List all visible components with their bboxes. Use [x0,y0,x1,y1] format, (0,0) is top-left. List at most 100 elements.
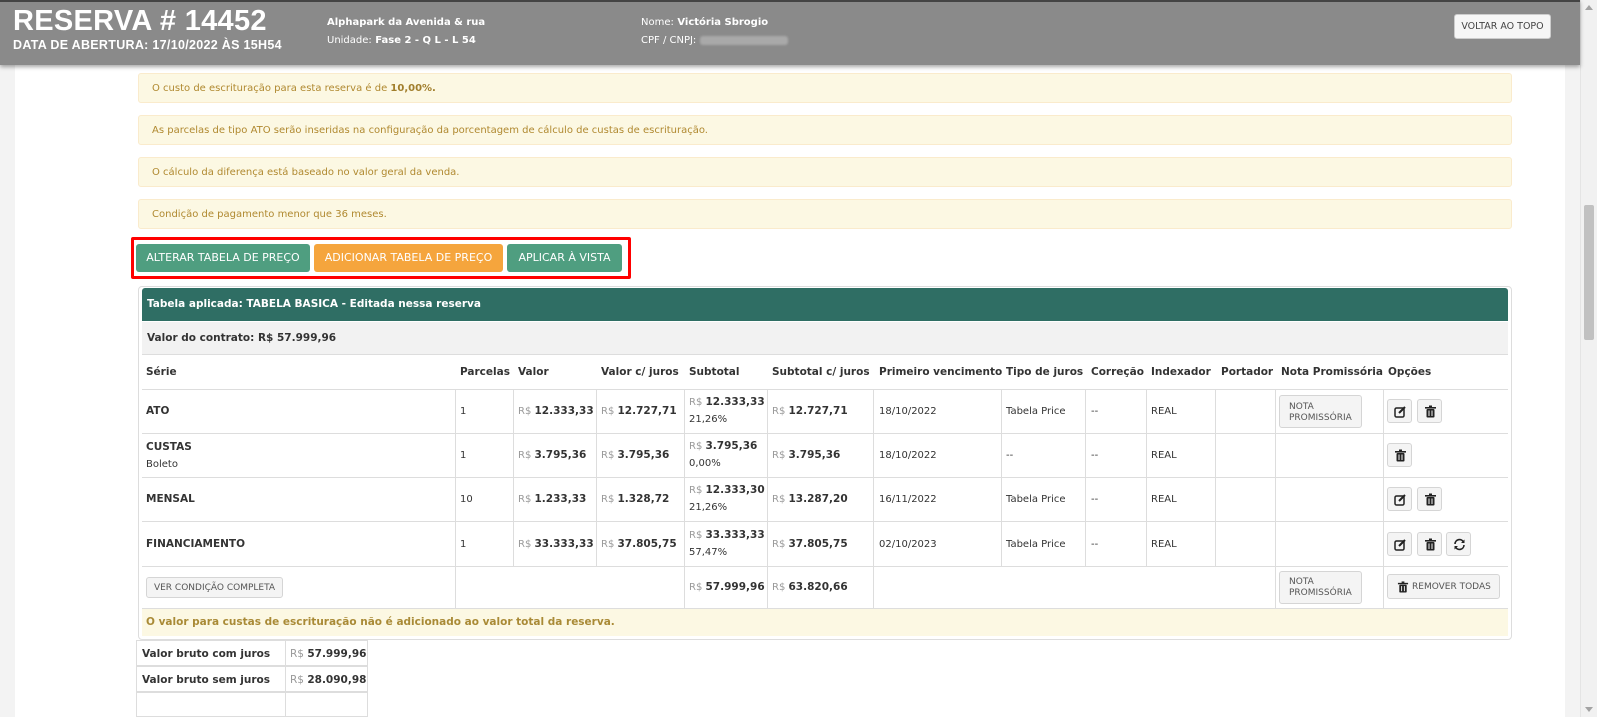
row-divider [142,389,1508,390]
col-divider [1146,389,1147,566]
row-divider [142,521,1508,522]
row-parcelas: 1 [460,450,467,461]
row-correcao: -- [1091,406,1099,417]
row-tipo-juros: Tabela Price [1006,494,1066,505]
row-subtotal: R$ 3.795,36 [689,440,758,452]
scroll-up-arrow-icon[interactable] [1585,5,1593,10]
row-valor: R$ 3.795,36 [518,449,587,461]
footer-subtotal-juros: R$ 63.820,66 [772,581,848,593]
col-nota-promissoria: Nota Promissória [1281,366,1383,378]
refresh-icon [1454,538,1465,551]
remove-all-button[interactable]: REMOVER TODAS [1387,574,1500,599]
escrituracao-warning: O valor para custas de escrituração não … [142,609,1508,636]
row-vencimento: 18/10/2022 [879,450,937,461]
row-vencimento: 02/10/2023 [879,539,937,550]
trash-icon [1397,581,1409,593]
col-divider [767,389,768,608]
row-indexador: REAL [1151,539,1177,550]
project-name: Alphapark da Avenida & rua [327,17,486,28]
col-portador: Portador [1221,366,1274,378]
col-tipo-juros: Tipo de juros [1006,366,1084,378]
reservation-header: RESERVA # 14452 DATA DE ABERTURA: 17/10/… [0,0,1580,65]
row-subtotal-juros: R$ 13.287,20 [772,493,848,505]
unit-value: Fase 2 - Q L - L 54 [375,35,476,46]
refresh-button[interactable] [1446,532,1471,556]
row-subtotal-juros: R$ 37.805,75 [772,538,848,550]
view-full-condition-button[interactable]: VER CONDIÇÃO COMPLETA [146,577,283,598]
vertical-scrollbar[interactable] [1580,0,1597,717]
row-percentage: 21,26% [689,502,728,513]
col-divider [873,389,874,608]
row-tipo-juros: Tabela Price [1006,539,1066,550]
row-correcao: -- [1091,539,1099,550]
delete-button[interactable] [1417,532,1442,556]
alert-difference-calculation: O cálculo da diferença está baseado no v… [138,157,1512,187]
col-divider [1001,389,1002,566]
row-valor-juros: R$ 12.727,71 [601,405,677,417]
footer-subtotal: R$ 57.999,96 [689,581,765,593]
row-parcelas: 1 [460,539,467,550]
trash-icon [1395,449,1406,462]
client-name: Nome: Victória Sbrogio [641,17,768,28]
blurred-document-value [699,35,788,45]
row-percentage: 0,00% [689,458,721,469]
add-price-table-button[interactable]: ADICIONAR TABELA DE PREÇO [314,244,503,272]
col-primeiro-vencimento: Primeiro vencimento [879,366,1003,378]
row-subtotal-juros: R$ 12.727,71 [772,405,848,417]
applied-table-heading: Tabela aplicada: TABELA BASICA - Editada… [142,288,1508,321]
delete-button[interactable] [1387,443,1412,467]
row-subtotal: R$ 12.333,33 [689,396,765,408]
total-label: Valor bruto com juros [142,648,271,660]
col-indexador: Indexador [1151,366,1211,378]
total-value: R$ 57.999,96 [290,648,367,660]
next-total-row-partial [136,692,368,717]
edit-button[interactable] [1387,487,1412,511]
row-percentage: 57,47% [689,547,728,558]
row-serie: ATO [146,405,170,417]
col-divider [1275,389,1276,608]
reservation-title: RESERVA # 14452 [13,5,267,37]
row-payment-type: Boleto [146,459,178,470]
col-divider [455,389,456,608]
col-valor: Valor [518,366,549,378]
scroll-down-arrow-icon[interactable] [1585,707,1593,712]
delete-button[interactable] [1417,399,1442,423]
unit-label: Unidade: [327,35,372,46]
col-divider [1085,389,1086,566]
col-parcelas: Parcelas [460,366,510,378]
cell-divider [285,667,286,691]
row-correcao: -- [1091,450,1099,461]
row-serie: CUSTAS [146,441,192,453]
total-label: Valor bruto sem juros [142,674,271,686]
row-indexador: REAL [1151,450,1177,461]
trash-icon [1425,538,1436,551]
row-valor: R$ 33.333,33 [518,538,594,550]
row-subtotal: R$ 12.333,30 [689,484,765,496]
col-divider [513,389,514,566]
row-serie: MENSAL [146,493,195,505]
col-opcoes: Opções [1388,366,1432,378]
alert-ato-installments: As parcelas de tipo ATO serão inseridas … [138,115,1512,145]
scrollbar-thumb[interactable] [1584,205,1594,340]
col-divider [684,389,685,608]
row-indexador: REAL [1151,494,1177,505]
promissory-note-all-button[interactable]: NOTA PROMISSÓRIA [1279,571,1362,604]
row-valor-juros: R$ 3.795,36 [601,449,670,461]
edit-button[interactable] [1387,399,1412,423]
contract-value: Valor do contrato: R$ 57.999,96 [142,322,1508,355]
row-indexador: REAL [1151,406,1177,417]
row-vencimento: 18/10/2022 [879,406,937,417]
edit-button[interactable] [1387,532,1412,556]
alter-price-table-button[interactable]: ALTERAR TABELA DE PREÇO [136,244,310,272]
row-divider [142,477,1508,478]
delete-button[interactable] [1417,487,1442,511]
doc-label: CPF / CNPJ: [641,35,697,46]
apply-cash-button[interactable]: APLICAR À VISTA [507,244,622,272]
row-divider [142,433,1508,434]
col-divider [1215,389,1216,566]
row-divider [142,566,1508,567]
row-vencimento: 16/11/2022 [879,494,937,505]
row-correcao: -- [1091,494,1099,505]
promissory-note-button[interactable]: NOTA PROMISSÓRIA [1279,395,1362,428]
back-to-top-button[interactable]: VOLTAR AO TOPO [1454,14,1551,39]
